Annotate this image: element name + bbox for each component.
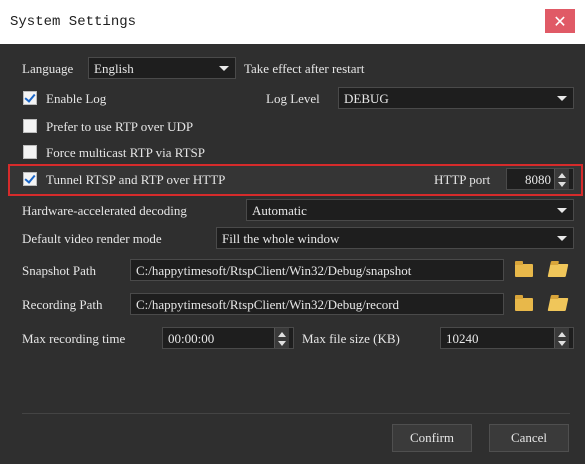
max-file-size-label: Max file size (KB): [302, 331, 400, 346]
spin-down-icon: [558, 182, 566, 187]
force-multicast-label: Force multicast RTP via RTSP: [46, 145, 206, 160]
close-button[interactable]: ✕: [545, 9, 575, 33]
prefer-rtp-udp-label: Prefer to use RTP over UDP: [46, 119, 194, 134]
prefer-rtp-udp-checkbox[interactable]: [23, 119, 37, 133]
spin-buttons[interactable]: [554, 169, 569, 189]
snapshot-label: Snapshot Path: [22, 263, 97, 278]
recording-open-button[interactable]: [546, 293, 570, 315]
folder-icon: [515, 260, 533, 277]
max-rec-time-label: Max recording time: [22, 331, 126, 346]
chevron-down-icon: [557, 208, 567, 213]
recording-path-input[interactable]: C:/happytimesoft/RtspClient/Win32/Debug/…: [130, 293, 504, 315]
title-bar: System Settings ✕: [0, 0, 585, 44]
max-settings-row: Max recording time 00:00:00 Max file siz…: [0, 327, 585, 351]
snapshot-browse-button[interactable]: [512, 259, 536, 281]
max-rec-time-value: 00:00:00: [168, 331, 215, 346]
max-file-size-value: 10240: [446, 331, 479, 346]
prefer-rtp-udp-row: Prefer to use RTP over UDP: [0, 115, 585, 139]
folder-icon: [515, 294, 533, 311]
hw-decoding-value: Automatic: [252, 203, 307, 218]
max-file-size-spinbox[interactable]: 10240: [440, 327, 574, 349]
log-level-label: Log Level: [266, 91, 320, 106]
log-level-select[interactable]: DEBUG: [338, 87, 574, 109]
language-label: Language: [22, 61, 74, 76]
divider: [22, 413, 570, 414]
language-value: English: [94, 61, 134, 76]
language-row: Language English Take effect after resta…: [0, 57, 585, 81]
spin-buttons[interactable]: [274, 328, 289, 348]
recording-label: Recording Path: [22, 297, 103, 312]
chevron-down-icon: [219, 66, 229, 71]
max-rec-time-spinbox[interactable]: 00:00:00: [162, 327, 294, 349]
spin-up-icon: [558, 173, 566, 178]
enable-log-checkbox[interactable]: [23, 91, 37, 105]
enable-log-label: Enable Log: [46, 91, 107, 106]
cancel-button-label: Cancel: [510, 430, 548, 445]
spin-up-icon: [558, 332, 566, 337]
force-multicast-checkbox[interactable]: [23, 145, 37, 159]
tunnel-row: Tunnel RTSP and RTP over HTTP HTTP port …: [0, 168, 585, 192]
spin-down-icon: [558, 341, 566, 346]
cancel-button[interactable]: Cancel: [489, 424, 569, 452]
render-mode-value: Fill the whole window: [222, 231, 340, 246]
log-level-value: DEBUG: [344, 91, 389, 106]
spin-down-icon: [278, 341, 286, 346]
http-port-label: HTTP port: [434, 172, 491, 187]
http-port-spinbox[interactable]: 8080: [506, 168, 574, 190]
restart-note: Take effect after restart: [244, 61, 365, 76]
language-select[interactable]: English: [88, 57, 236, 79]
http-port-value: 8080: [525, 172, 551, 187]
hw-decoding-row: Hardware-accelerated decoding Automatic: [0, 199, 585, 223]
confirm-button-label: Confirm: [409, 430, 455, 445]
folder-open-icon: [547, 297, 569, 311]
hw-decoding-label: Hardware-accelerated decoding: [22, 203, 187, 218]
settings-window: System Settings ✕ Language English Take …: [0, 0, 585, 464]
snapshot-row: Snapshot Path C:/happytimesoft/RtspClien…: [0, 259, 585, 283]
chevron-down-icon: [557, 96, 567, 101]
recording-row: Recording Path C:/happytimesoft/RtspClie…: [0, 293, 585, 317]
hw-decoding-select[interactable]: Automatic: [246, 199, 574, 221]
close-icon: ✕: [553, 11, 567, 31]
spin-up-icon: [278, 332, 286, 337]
folder-open-icon: [547, 263, 569, 277]
force-multicast-row: Force multicast RTP via RTSP: [0, 141, 585, 165]
chevron-down-icon: [557, 236, 567, 241]
render-mode-row: Default video render mode Fill the whole…: [0, 227, 585, 251]
snapshot-open-button[interactable]: [546, 259, 570, 281]
recording-path-value: C:/happytimesoft/RtspClient/Win32/Debug/…: [136, 297, 400, 312]
recording-browse-button[interactable]: [512, 293, 536, 315]
enable-log-row: Enable Log Log Level DEBUG: [0, 87, 585, 111]
snapshot-path-input[interactable]: C:/happytimesoft/RtspClient/Win32/Debug/…: [130, 259, 504, 281]
tunnel-label: Tunnel RTSP and RTP over HTTP: [46, 172, 226, 187]
spin-buttons[interactable]: [554, 328, 569, 348]
render-mode-select[interactable]: Fill the whole window: [216, 227, 574, 249]
window-title: System Settings: [10, 14, 137, 30]
render-mode-label: Default video render mode: [22, 231, 162, 246]
snapshot-path-value: C:/happytimesoft/RtspClient/Win32/Debug/…: [136, 263, 412, 278]
confirm-button[interactable]: Confirm: [392, 424, 472, 452]
tunnel-checkbox[interactable]: [23, 172, 37, 186]
